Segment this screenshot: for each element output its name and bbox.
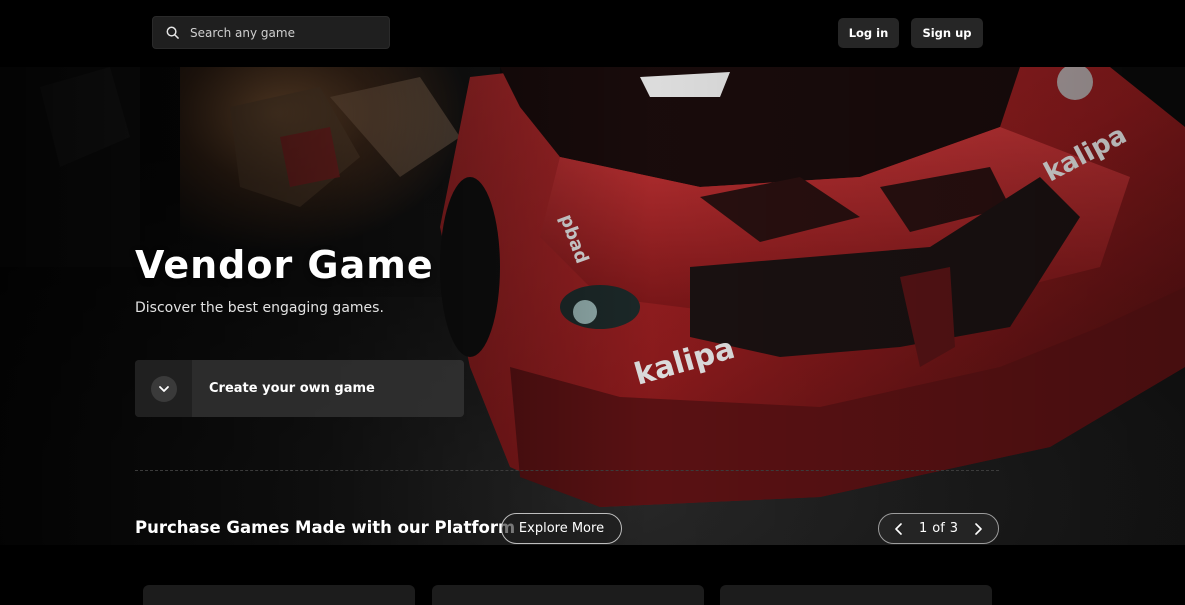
game-card[interactable] (720, 585, 992, 605)
signup-button[interactable]: Sign up (911, 18, 983, 48)
hero-subtitle: Discover the best engaging games. (135, 300, 384, 316)
search-input[interactable] (190, 25, 380, 40)
search-box[interactable] (152, 16, 390, 49)
chevron-circle (150, 375, 177, 402)
create-game-label: Create your own game (209, 381, 375, 396)
game-card[interactable] (432, 585, 704, 605)
section-title: Purchase Games Made with our Platform (135, 518, 516, 537)
pager-total: 3 (949, 521, 959, 536)
create-game-dropdown[interactable]: Create your own game (135, 360, 464, 417)
chevron-left-icon (895, 522, 902, 535)
hero-banner: kalipa kalipa pbad Vendor Game Discover … (0, 67, 1185, 545)
chevron-right-icon (975, 522, 982, 535)
carousel-pager: 1 of 3 (878, 513, 999, 544)
login-button[interactable]: Log in (838, 18, 899, 48)
section-divider (135, 470, 999, 471)
pager-of: of (932, 521, 945, 536)
pager-prev-button[interactable] (889, 519, 909, 539)
pager-next-button[interactable] (968, 519, 988, 539)
create-game-toggle[interactable] (135, 360, 192, 417)
hero-title: Vendor Game (135, 243, 434, 287)
search-icon (166, 26, 179, 39)
game-card[interactable] (143, 585, 415, 605)
top-bar: Log in Sign up (0, 0, 1185, 67)
chevron-down-icon (158, 385, 169, 392)
explore-more-button[interactable]: Explore More (501, 513, 622, 544)
pager-count: 1 of 3 (919, 521, 958, 536)
pager-current: 1 (918, 521, 928, 536)
